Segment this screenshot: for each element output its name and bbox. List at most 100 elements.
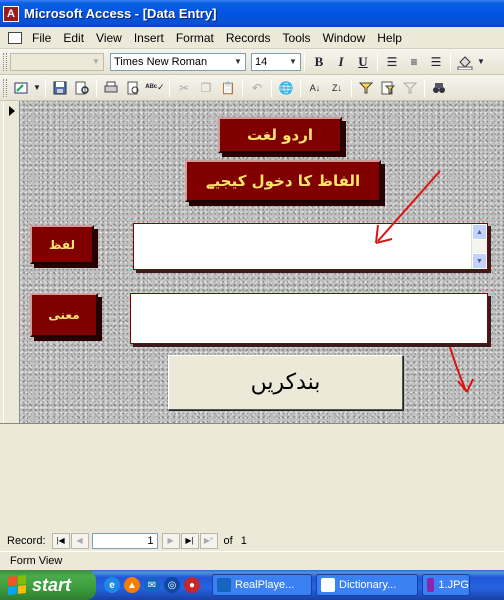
align-right-icon[interactable]: ☰ xyxy=(425,52,447,72)
start-label: start xyxy=(32,574,72,595)
sort-ascending-icon[interactable]: A↓ xyxy=(304,78,326,98)
undo-icon[interactable]: ↶ xyxy=(246,78,268,98)
find-icon[interactable] xyxy=(428,78,450,98)
scroll-down-icon[interactable]: ▼ xyxy=(472,253,487,269)
record-total: 1 xyxy=(240,534,247,547)
font-size-combo[interactable]: 14 ▼ xyxy=(251,52,301,71)
toolbar-separator xyxy=(450,52,451,71)
sort-descending-icon[interactable]: Z↓ xyxy=(326,78,348,98)
access-app-icon[interactable]: A xyxy=(3,5,19,22)
standard-toolbar: ▼ ᴬᴮᶜ✓ ✂ ❐ 📋 ↶ 🌐 A↓ Z↓ xyxy=(0,75,504,101)
record-navigation-bar: Record: |◀ ◀ 1 ▶ ▶| ▶* of 1 xyxy=(0,530,504,551)
next-record-icon[interactable]: ▶ xyxy=(161,532,180,549)
toolbar-separator xyxy=(424,78,425,97)
menu-bar: File Edit View Insert Format Records Too… xyxy=(0,27,504,49)
document-icon xyxy=(321,578,335,592)
print-preview-icon[interactable] xyxy=(122,78,144,98)
taskbar-item-dictionary[interactable]: Dictionary... xyxy=(316,574,418,596)
record-selector[interactable] xyxy=(3,101,20,423)
status-text: Form View xyxy=(10,555,63,567)
spelling-icon[interactable]: ᴬᴮᶜ✓ xyxy=(144,78,166,98)
taskbar-item-label: RealPlaye... xyxy=(235,579,295,591)
menu-insert[interactable]: Insert xyxy=(128,31,170,45)
font-name-value: Times New Roman xyxy=(114,55,208,68)
save-icon[interactable] xyxy=(49,78,71,98)
start-button[interactable]: start xyxy=(0,570,96,600)
last-record-icon[interactable]: ▶| xyxy=(180,532,199,549)
align-center-icon[interactable]: ≡ xyxy=(403,52,425,72)
formatting-toolbar: ▼ Times New Roman ▼ 14 ▼ B I U ☰ ≡ ☰ ▼ xyxy=(0,49,504,75)
menu-tools[interactable]: Tools xyxy=(277,31,317,45)
menu-help[interactable]: Help xyxy=(371,31,408,45)
filter-by-form-icon[interactable] xyxy=(377,78,399,98)
meaning-field[interactable] xyxy=(130,293,488,344)
menu-records[interactable]: Records xyxy=(220,31,277,45)
object-combo[interactable]: ▼ xyxy=(10,52,104,71)
red-arrow-icon xyxy=(449,346,474,393)
filter-by-selection-icon[interactable] xyxy=(355,78,377,98)
current-record-icon xyxy=(9,106,15,116)
menu-file[interactable]: File xyxy=(26,31,57,45)
print-icon[interactable] xyxy=(100,78,122,98)
player-icon[interactable]: ● xyxy=(184,577,200,593)
previous-record-icon[interactable]: ◀ xyxy=(70,532,89,549)
align-left-icon[interactable]: ☰ xyxy=(381,52,403,72)
toolbar-separator xyxy=(304,52,305,71)
form-detail-section: اردو لغت الفاظ کا دخول کیجیے لفظ ▲ ▼ معن… xyxy=(20,101,504,423)
font-name-combo[interactable]: Times New Roman ▼ xyxy=(110,52,246,71)
browser-icon[interactable]: ◎ xyxy=(164,577,180,593)
meaning-label: معنی xyxy=(30,293,98,337)
file-search-icon[interactable] xyxy=(71,78,93,98)
menu-view[interactable]: View xyxy=(90,31,128,45)
quick-launch: e ▲ ✉ ◎ ● xyxy=(104,577,204,593)
toolbar-grip[interactable] xyxy=(3,52,7,71)
instruction-label: الفاظ کا دخول کیجیے xyxy=(185,160,381,202)
underline-button[interactable]: U xyxy=(352,52,374,72)
taskbar-item-image[interactable]: 1.JPG xyxy=(422,574,470,596)
close-button[interactable]: بندکریں xyxy=(168,355,403,410)
chevron-down-icon[interactable]: ▼ xyxy=(32,78,42,98)
messenger-icon[interactable]: ✉ xyxy=(144,577,160,593)
menu-edit[interactable]: Edit xyxy=(57,31,90,45)
toolbar-separator xyxy=(271,78,272,97)
fill-color-icon[interactable] xyxy=(454,52,476,72)
chevron-down-icon: ▼ xyxy=(92,57,100,66)
media-player-icon[interactable]: ▲ xyxy=(124,577,140,593)
first-record-icon[interactable]: |◀ xyxy=(51,532,70,549)
toggle-filter-icon[interactable] xyxy=(399,78,421,98)
word-label: لفظ xyxy=(30,225,94,264)
record-number-input[interactable]: 1 xyxy=(91,532,158,549)
title-bar: A Microsoft Access - [Data Entry] xyxy=(0,0,504,27)
menu-window[interactable]: Window xyxy=(317,31,372,45)
cut-icon[interactable]: ✂ xyxy=(173,78,195,98)
chevron-down-icon[interactable]: ▼ xyxy=(476,52,486,72)
toolbar-separator xyxy=(351,78,352,97)
scroll-up-icon[interactable]: ▲ xyxy=(472,224,487,240)
paste-icon[interactable]: 📋 xyxy=(217,78,239,98)
red-arrow-icon xyxy=(375,170,441,244)
toolbar-separator xyxy=(377,52,378,71)
new-record-icon[interactable]: ▶* xyxy=(199,532,218,549)
internet-explorer-icon[interactable]: e xyxy=(104,577,120,593)
menu-format[interactable]: Format xyxy=(170,31,220,45)
hyperlink-icon[interactable]: 🌐 xyxy=(275,78,297,98)
record-of-label: of xyxy=(223,534,233,547)
form-empty-area xyxy=(0,424,504,530)
italic-button[interactable]: I xyxy=(330,52,352,72)
taskbar-item-realplayer[interactable]: RealPlaye... xyxy=(212,574,312,596)
bold-button[interactable]: B xyxy=(308,52,330,72)
toolbar-separator xyxy=(169,78,170,97)
toolbar-separator xyxy=(242,78,243,97)
toolbar-separator xyxy=(96,78,97,97)
copy-icon[interactable]: ❐ xyxy=(195,78,217,98)
design-view-icon[interactable] xyxy=(10,78,32,98)
toolbar-grip[interactable] xyxy=(3,78,7,97)
toolbar-separator xyxy=(300,78,301,97)
taskbar-item-label: Dictionary... xyxy=(339,579,397,591)
font-size-value: 14 xyxy=(255,55,268,68)
form-window-icon[interactable] xyxy=(8,31,22,44)
word-field-scrollbar[interactable]: ▲ ▼ xyxy=(471,224,487,269)
record-label: Record: xyxy=(7,534,46,547)
status-bar: Form View xyxy=(0,551,504,570)
form-workspace: اردو لغت الفاظ کا دخول کیجیے لفظ ▲ ▼ معن… xyxy=(0,101,504,530)
